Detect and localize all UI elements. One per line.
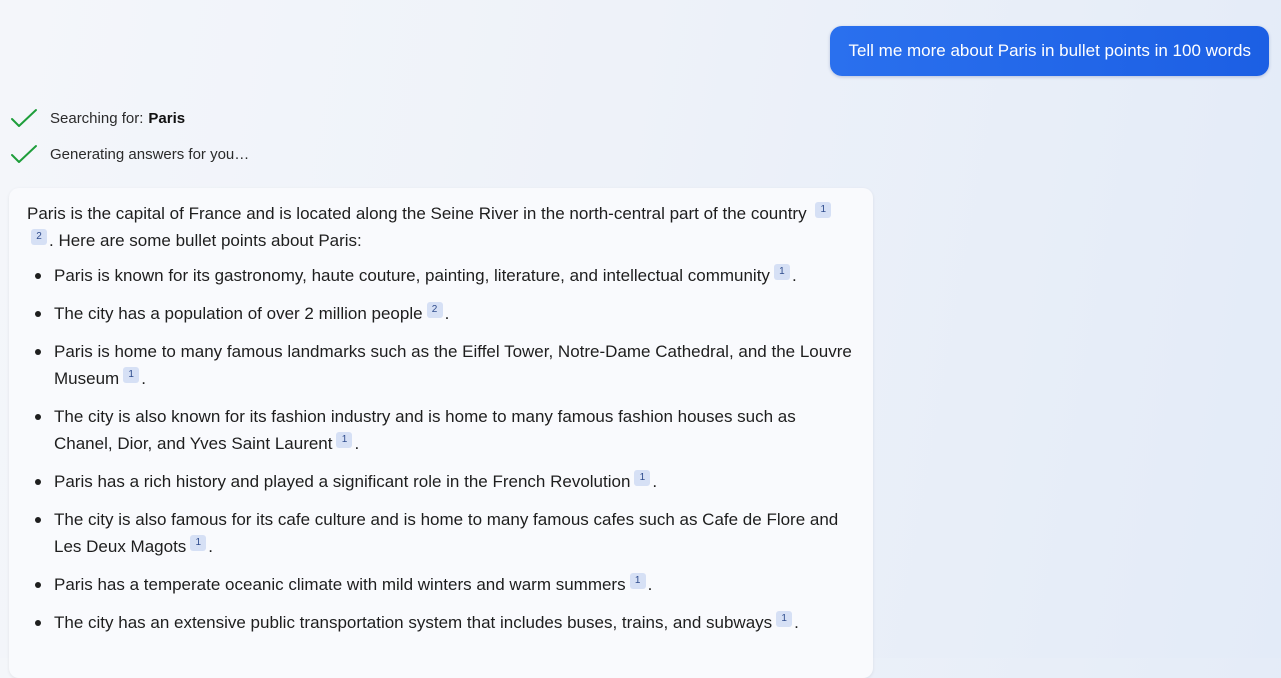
bullet-text: The city is also known for its fashion i… (54, 407, 796, 453)
bullet-text: Paris has a rich history and played a si… (54, 472, 631, 491)
list-item: The city is also famous for its cafe cul… (27, 506, 855, 560)
citation-badge[interactable]: 2 (31, 229, 47, 245)
bullet-end: . (794, 613, 799, 632)
list-item: Paris is home to many famous landmarks s… (27, 338, 855, 392)
list-item: The city has an extensive public transpo… (27, 609, 855, 636)
answer-intro: Paris is the capital of France and is lo… (27, 200, 855, 254)
status-list: Searching for: Paris Generating answers … (10, 104, 249, 176)
bullet-text: The city has an extensive public transpo… (54, 613, 773, 632)
searching-label: Searching for: (50, 109, 144, 127)
list-item: Paris is known for its gastronomy, haute… (27, 262, 855, 289)
citation-badge[interactable]: 1 (336, 432, 353, 448)
intro-text: Paris is the capital of France and is lo… (27, 204, 807, 223)
bullet-end: . (208, 537, 214, 556)
user-message-bubble: Tell me more about Paris in bullet point… (830, 26, 1269, 76)
answer-card: Paris is the capital of France and is lo… (9, 188, 873, 678)
user-message-text: Tell me more about Paris in bullet point… (848, 41, 1251, 60)
citation-badge[interactable]: 1 (634, 470, 651, 486)
bullet-text: The city is also famous for its cafe cul… (54, 510, 839, 556)
check-icon (10, 104, 40, 132)
list-item: The city is also known for its fashion i… (27, 403, 855, 457)
citation-badge[interactable]: 2 (426, 302, 443, 318)
bullet-text: Paris has a temperate oceanic climate wi… (54, 575, 626, 594)
citation-badge[interactable]: 1 (815, 202, 832, 218)
bullet-text: The city has a population of over 2 mill… (54, 304, 423, 323)
bullet-list: Paris is known for its gastronomy, haute… (27, 262, 855, 636)
bullet-end: . (444, 304, 450, 323)
generating-label: Generating answers for you… (50, 145, 250, 163)
citation-badge[interactable]: 1 (776, 611, 793, 627)
status-searching: Searching for: Paris (10, 104, 249, 132)
check-icon (10, 140, 40, 168)
bullet-end: . (791, 266, 797, 285)
list-item: Paris has a temperate oceanic climate wi… (27, 571, 855, 598)
bullet-text: Paris is known for its gastronomy, haute… (54, 266, 770, 285)
citation-badge[interactable]: 1 (123, 367, 140, 383)
citation-badge[interactable]: 1 (190, 535, 207, 551)
status-generating: Generating answers for you… (10, 140, 249, 168)
intro-tail: . Here are some bullet points about Pari… (49, 231, 362, 250)
list-item: Paris has a rich history and played a si… (27, 468, 855, 495)
bullet-end: . (652, 472, 658, 491)
bullet-end: . (354, 434, 360, 453)
list-item: The city has a population of over 2 mill… (27, 300, 855, 327)
bullet-end: . (647, 575, 653, 594)
searching-term: Paris (148, 109, 186, 127)
citation-badge[interactable]: 1 (773, 264, 790, 280)
bullet-text: Paris is home to many famous landmarks s… (54, 342, 852, 388)
bullet-end: . (141, 369, 146, 388)
citation-badge[interactable]: 1 (629, 573, 646, 589)
